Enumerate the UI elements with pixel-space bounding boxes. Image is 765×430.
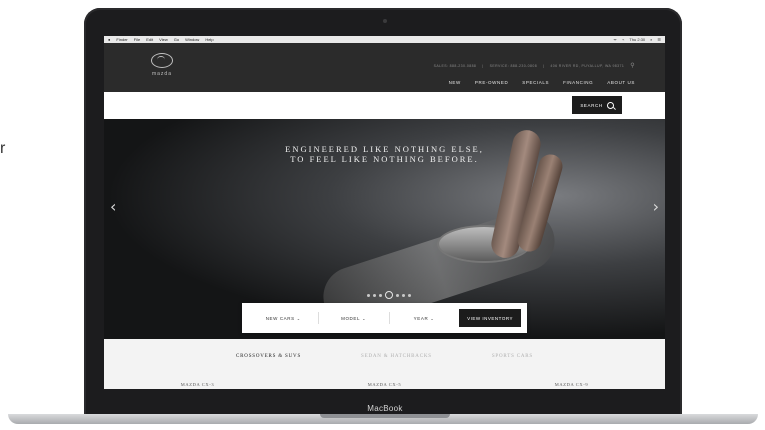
model-item[interactable]: MAZDA CX-3 xyxy=(181,382,214,387)
nav-financing[interactable]: FINANCING xyxy=(563,80,593,85)
carousel-dot[interactable] xyxy=(408,293,411,297)
new-cars-dropdown[interactable]: NEW CARS ⌄ xyxy=(248,316,318,321)
chevron-down-icon: ⌄ xyxy=(296,315,301,321)
menu-item-window[interactable]: Window xyxy=(185,37,199,42)
hero-headline: ENGINEERED LIKE NOTHING ELSE, TO FEEL LI… xyxy=(104,144,665,164)
category-tabs: CROSSOVERS & SUVS SEDAN & HATCHBACKS SPO… xyxy=(104,354,665,359)
background-text-fragment: r xyxy=(0,140,6,157)
nav-specials[interactable]: SPECIALS xyxy=(522,80,549,85)
menu-item-edit[interactable]: Edit xyxy=(146,37,153,42)
menu-item-finder[interactable]: Finder xyxy=(116,37,127,42)
carousel-prev-icon[interactable]: ‹ xyxy=(110,197,116,216)
carousel-dot[interactable] xyxy=(402,293,405,297)
device-brand-label: MacBook xyxy=(367,404,403,413)
site-header: mazda SALES: 888-230-0888 | SERVICE: 888… xyxy=(104,43,665,92)
location-pin-icon[interactable]: ⚲ xyxy=(630,62,635,69)
inventory-filter-bar: NEW CARS ⌄ MODEL ⌄ YEAR ⌄ VIEW INVENTORY xyxy=(242,303,527,333)
hero-headline-line-2: TO FEEL LIKE NOTHING BEFORE. xyxy=(290,154,479,164)
tab-crossovers-suvs[interactable]: CROSSOVERS & SUVS xyxy=(236,354,301,359)
mac-menu-bar: ● Finder File Edit View Go Window Help ᯤ… xyxy=(104,36,665,43)
wifi-icon[interactable]: ᯤ xyxy=(613,37,617,43)
nav-pre-owned[interactable]: PRE-OWNED xyxy=(475,80,508,85)
carousel-dots xyxy=(367,291,411,299)
model-list: MAZDA CX-3 MAZDA CX-5 MAZDA CX-9 xyxy=(104,382,665,387)
mazda-logo[interactable]: mazda xyxy=(148,53,176,77)
menu-item-file[interactable]: File xyxy=(134,37,140,42)
camera-icon xyxy=(383,19,387,23)
mazda-emblem-icon xyxy=(151,53,173,68)
chevron-down-icon: ⌄ xyxy=(430,315,435,321)
nav-new[interactable]: NEW xyxy=(449,80,461,85)
battery-icon[interactable]: ⌁ xyxy=(622,37,624,43)
service-phone[interactable]: SERVICE: 888-230-0808 xyxy=(490,64,537,68)
tab-sports-cars[interactable]: SPORTS CARS xyxy=(492,354,533,359)
search-button-label: SEARCH xyxy=(580,102,603,108)
contact-info: SALES: 888-230-0888 | SERVICE: 888-230-0… xyxy=(433,62,635,69)
notifications-icon[interactable]: ☰ xyxy=(657,37,661,43)
carousel-dot-active[interactable] xyxy=(385,291,393,299)
tab-sedan-hatchbacks[interactable]: SEDAN & HATCHBACKS xyxy=(361,354,432,359)
carousel-dot[interactable] xyxy=(396,293,399,297)
dealer-address[interactable]: 406 RIVER RD, PUYALLUP, WA 98371 xyxy=(550,64,624,68)
menu-status-area: ᯤ ⌁ Thu 2:30 ⌕ ☰ xyxy=(613,37,661,43)
menu-item-go[interactable]: Go xyxy=(174,37,179,42)
menu-item-view[interactable]: View xyxy=(159,37,168,42)
carousel-next-icon[interactable]: › xyxy=(653,197,659,216)
year-dropdown[interactable]: YEAR ⌄ xyxy=(388,311,459,324)
carousel-dot[interactable] xyxy=(379,293,382,297)
search-icon xyxy=(606,101,614,109)
model-dropdown[interactable]: MODEL ⌄ xyxy=(318,311,388,324)
search-button[interactable]: SEARCH xyxy=(572,96,622,114)
model-item[interactable]: MAZDA CX-9 xyxy=(555,382,588,387)
laptop-screen: ● Finder File Edit View Go Window Help ᯤ… xyxy=(104,36,665,389)
carousel-dot[interactable] xyxy=(373,293,376,297)
chevron-down-icon: ⌄ xyxy=(362,315,367,321)
hero-headline-line-1: ENGINEERED LIKE NOTHING ELSE, xyxy=(285,144,484,154)
nav-about-us[interactable]: ABOUT US xyxy=(607,80,635,85)
sales-phone[interactable]: SALES: 888-230-0888 xyxy=(434,64,477,68)
apple-icon[interactable]: ● xyxy=(108,37,110,42)
main-nav: NEW PRE-OWNED SPECIALS FINANCING ABOUT U… xyxy=(449,80,635,85)
carousel-dot[interactable] xyxy=(367,293,370,297)
model-item[interactable]: MAZDA CX-5 xyxy=(368,382,401,387)
spotlight-icon[interactable]: ⌕ xyxy=(650,37,652,43)
view-inventory-button[interactable]: VIEW INVENTORY xyxy=(459,309,522,327)
logo-wordmark: mazda xyxy=(151,71,172,77)
clock[interactable]: Thu 2:30 xyxy=(629,37,645,43)
laptop-opening-notch xyxy=(320,414,450,418)
menu-item-help[interactable]: Help xyxy=(205,37,213,42)
